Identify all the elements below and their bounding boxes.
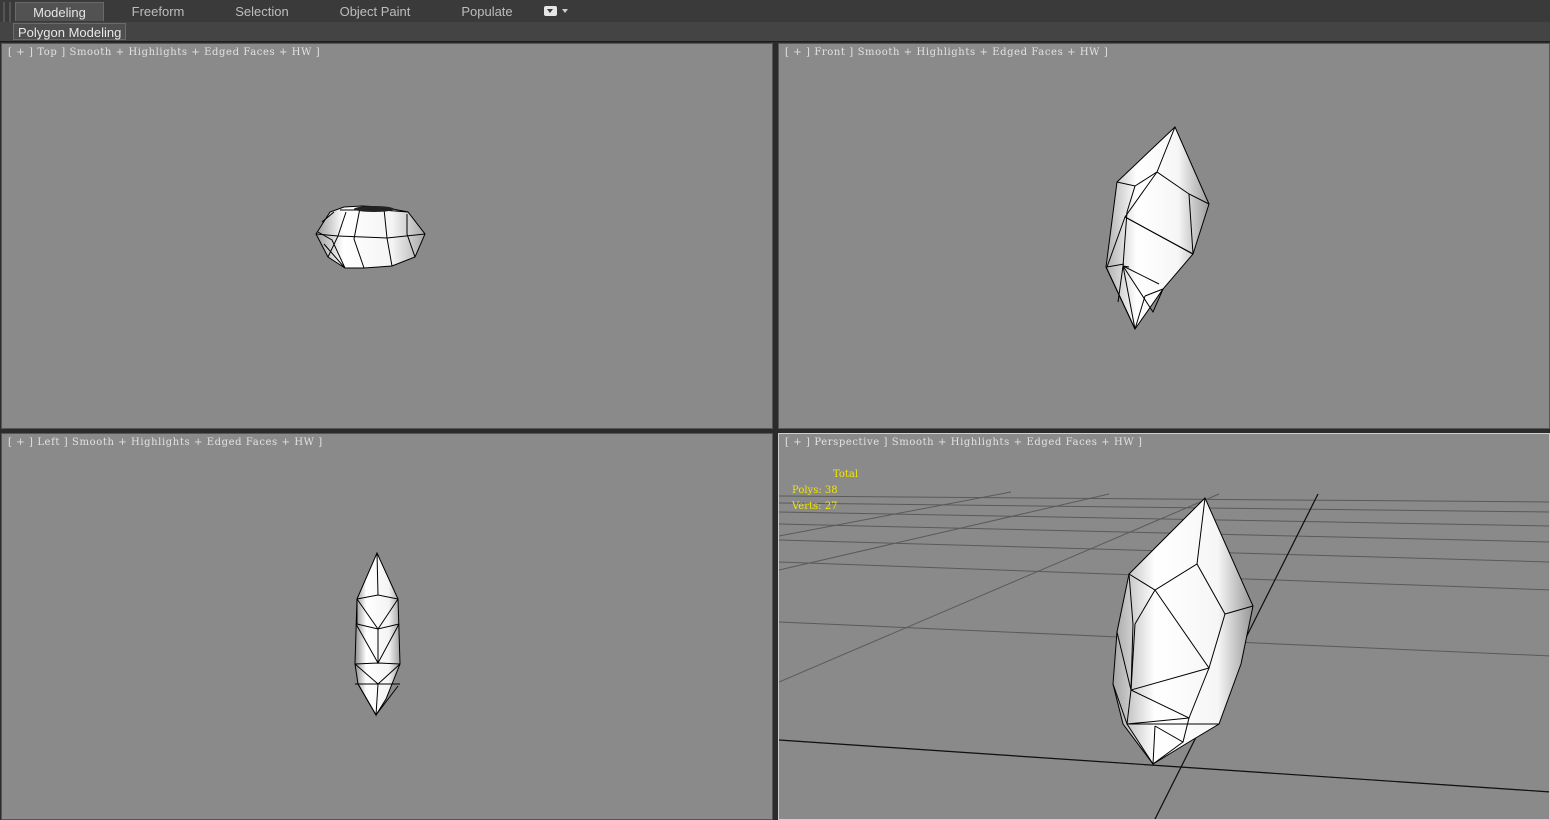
viewport-top[interactable]: [ + ] Top ] Smooth + Highlights + Edged … xyxy=(1,43,773,429)
stats-header: Total xyxy=(833,469,859,480)
chevron-down-icon xyxy=(562,9,568,13)
gem-mesh-left xyxy=(354,551,401,717)
stats-polys: Polys: 38 xyxy=(792,485,838,496)
ribbon-panel-bar: Polygon Modeling xyxy=(0,22,1550,42)
viewport-perspective[interactable]: [ + ] Perspective ] Smooth + Highlights … xyxy=(778,433,1550,820)
gem-mesh-top xyxy=(315,205,426,269)
ribbon-options-icon xyxy=(544,6,557,16)
tab-selection[interactable]: Selection xyxy=(222,2,302,21)
gem-mesh-perspective xyxy=(1112,497,1254,766)
viewport-label-perspective[interactable]: [ + ] Perspective ] Smooth + Highlights … xyxy=(785,437,1143,448)
tab-object-paint[interactable]: Object Paint xyxy=(332,2,418,21)
viewport-left[interactable]: [ + ] Left ] Smooth + Highlights + Edged… xyxy=(1,433,773,820)
tab-populate[interactable]: Populate xyxy=(447,2,527,21)
stats-verts: Verts: 27 xyxy=(792,501,838,512)
perspective-scene xyxy=(779,491,1549,819)
panel-polygon-modeling[interactable]: Polygon Modeling xyxy=(13,23,127,40)
ribbon-options-dropdown[interactable] xyxy=(544,5,570,19)
viewport-front[interactable]: [ + ] Front ] Smooth + Highlights + Edge… xyxy=(778,43,1550,429)
scene-statistics: Total Polys: 38 Verts: 27 xyxy=(792,467,858,515)
tab-freeform[interactable]: Freeform xyxy=(118,2,198,21)
tab-modeling[interactable]: Modeling xyxy=(15,2,104,21)
gem-mesh-front xyxy=(1105,126,1210,330)
ribbon-tab-bar: Modeling Freeform Selection Populate Obj… xyxy=(0,0,1550,40)
